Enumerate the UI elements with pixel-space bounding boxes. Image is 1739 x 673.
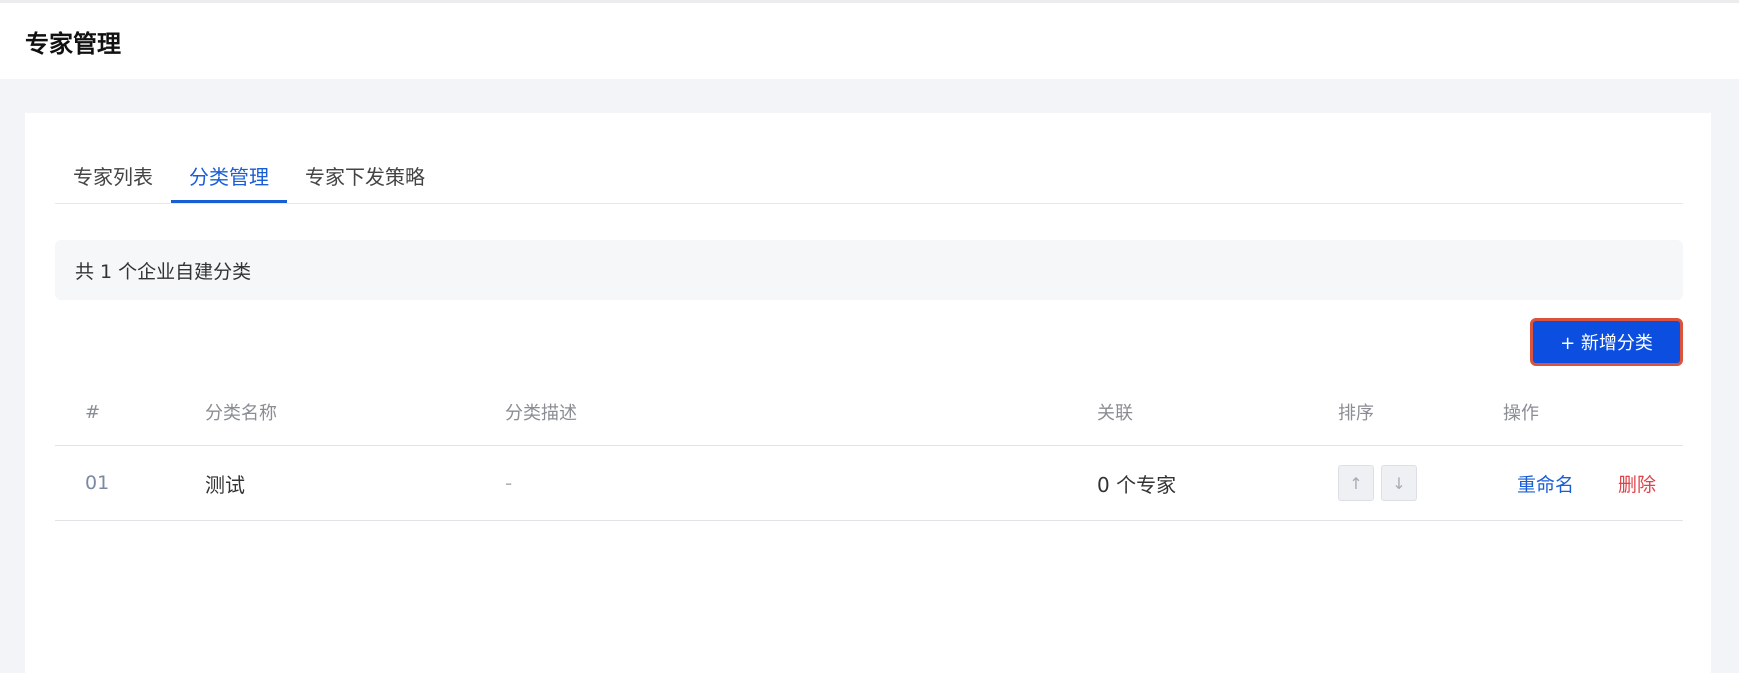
row-description: -	[505, 471, 513, 495]
content-card: 专家列表 分类管理 专家下发策略 共 1 个企业自建分类 + 新增分类 # 分类…	[25, 113, 1711, 673]
column-header-actions: 操作	[1503, 403, 1539, 424]
tab-expert-list[interactable]: 专家列表	[55, 153, 171, 203]
row-relation: 0 个专家	[1097, 472, 1177, 497]
delete-link[interactable]: 删除	[1618, 446, 1656, 520]
move-down-icon[interactable]: ↓	[1381, 465, 1417, 501]
tab-category-management[interactable]: 分类管理	[171, 153, 287, 203]
move-up-icon[interactable]: ↑	[1338, 465, 1374, 501]
rename-link[interactable]: 重命名	[1517, 446, 1574, 520]
category-table: # 分类名称 分类描述 关联 排序 操作 01 测试 - 0 个专家 ↑ ↓ 重…	[55, 379, 1683, 521]
summary-text: 共 1 个企业自建分类	[75, 260, 252, 283]
sort-controls: ↑ ↓	[1338, 446, 1424, 520]
column-header-sort: 排序	[1338, 403, 1374, 424]
page-title: 专家管理	[25, 29, 121, 58]
add-category-button[interactable]: + 新增分类	[1530, 318, 1683, 366]
tab-expert-dispatch-policy[interactable]: 专家下发策略	[287, 153, 443, 203]
column-header-name: 分类名称	[205, 403, 277, 424]
column-header-index: #	[85, 401, 101, 423]
row-index: 01	[85, 472, 110, 494]
summary-bar: 共 1 个企业自建分类	[55, 240, 1683, 300]
column-header-relation: 关联	[1097, 403, 1133, 424]
table-row: 01 测试 - 0 个专家 ↑ ↓ 重命名 删除	[55, 446, 1683, 521]
table-header: # 分类名称 分类描述 关联 排序 操作	[55, 379, 1683, 446]
page-header: 专家管理	[0, 3, 1739, 79]
tab-bar: 专家列表 分类管理 专家下发策略	[55, 153, 1683, 204]
column-header-description: 分类描述	[505, 403, 577, 424]
row-category-name: 测试	[205, 472, 245, 497]
